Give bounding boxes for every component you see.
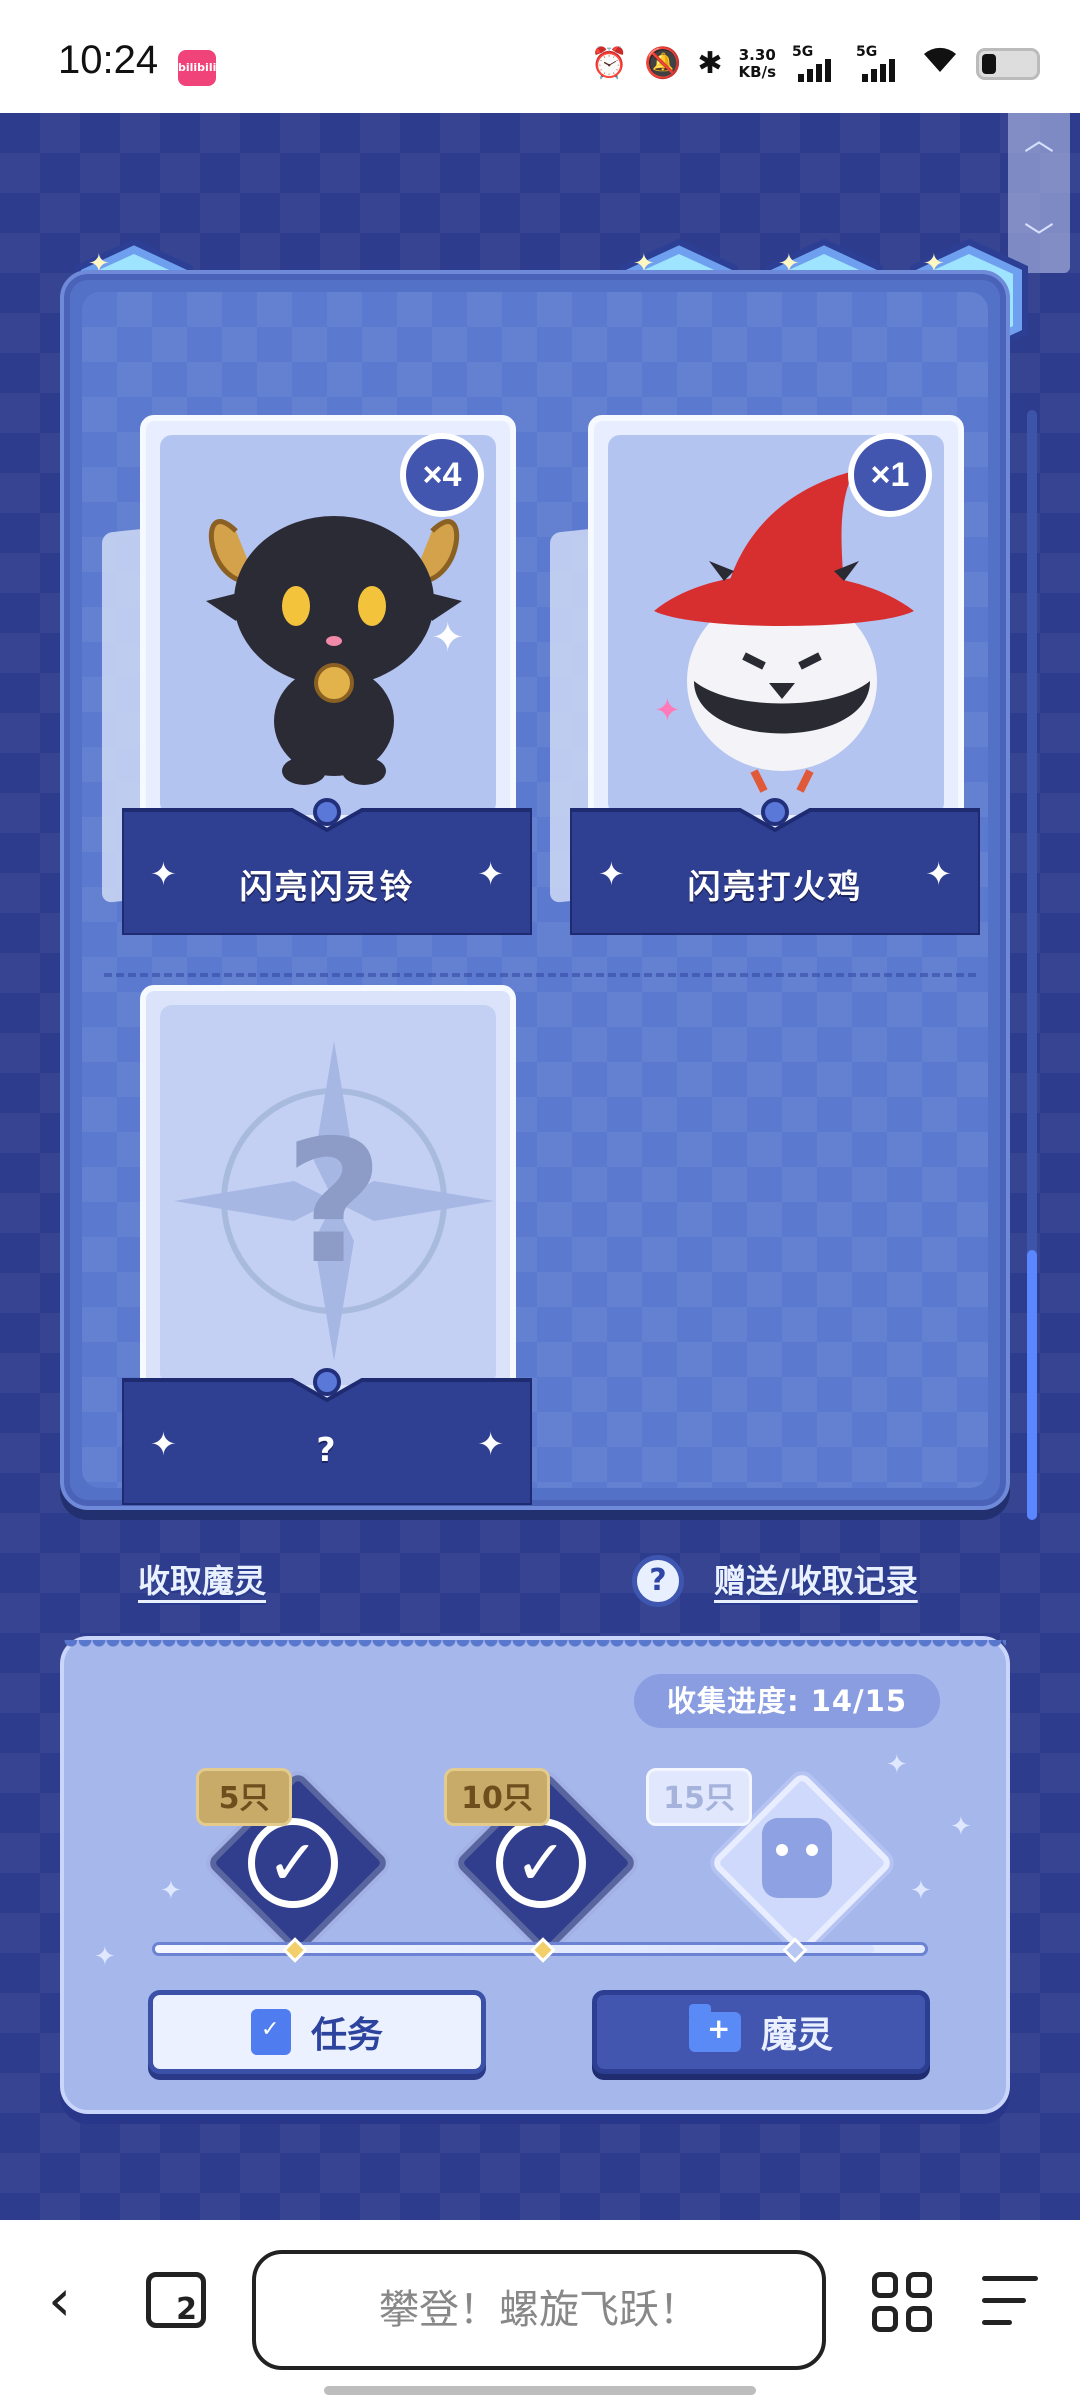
- task-button-label: 任务: [310, 2015, 383, 2056]
- browser-bottom-bar: ‹ 2 攀登！螺旋飞跃！: [0, 2220, 1080, 2400]
- signal-label: 5G: [792, 43, 814, 60]
- signal-icon: 5G: [792, 44, 840, 84]
- milestone-reward-locked[interactable]: 15只: [646, 1768, 894, 1958]
- bilibili-app-icon: bilibili: [178, 50, 216, 86]
- card-name: 闪亮打火鸡: [687, 867, 863, 906]
- sparkle-icon: ✦: [94, 1942, 116, 1972]
- chevron-up-icon[interactable]: ︿: [1023, 125, 1055, 157]
- signal-icon: 5G: [856, 44, 904, 84]
- milestone-label: 10只: [444, 1768, 550, 1826]
- folder-add-icon: [688, 2004, 741, 2052]
- battery-icon: [976, 47, 1040, 80]
- home-indicator[interactable]: [324, 2386, 756, 2395]
- status-bar: 10:24 bilibili ⏰ 🔕 ✱ 3.30 KB/s 5G 5G: [0, 0, 1080, 113]
- status-time: 10:24: [58, 38, 159, 82]
- apps-grid-icon[interactable]: [872, 2272, 934, 2334]
- net-speed-unit: KB/s: [738, 62, 776, 81]
- help-icon[interactable]: ?: [632, 1555, 684, 1607]
- check-icon: ✓: [496, 1818, 586, 1908]
- spirit-card[interactable]: ✦ ×4 ✦ ✦ 闪亮闪灵铃: [102, 415, 534, 937]
- address-bar[interactable]: 攀登！螺旋飞跃！: [252, 2250, 826, 2370]
- task-button[interactable]: 任务: [148, 1990, 486, 2074]
- milestone-label: 5只: [196, 1768, 292, 1826]
- svg-text:✦: ✦: [654, 691, 681, 729]
- milestone-reward-claimed[interactable]: ✓ 10只: [444, 1768, 638, 1958]
- spirit-button[interactable]: 魔灵: [592, 1990, 930, 2074]
- tabs-button[interactable]: 2: [146, 2272, 206, 2328]
- card-count-badge: ×1: [848, 433, 932, 517]
- task-doc-icon: [250, 2009, 291, 2055]
- gift-records-link[interactable]: 赠送/收取记录: [714, 1556, 918, 1602]
- svg-text:?: ?: [285, 1104, 384, 1302]
- collection-scrollbar[interactable]: [1027, 410, 1037, 1520]
- cat-bag-icon: [762, 1818, 832, 1898]
- bluetooth-icon: ✱: [697, 45, 723, 81]
- tab-count: 2: [176, 2292, 197, 2327]
- check-icon: ✓: [248, 1818, 338, 1908]
- milestone-reward-claimed[interactable]: ✓ 5只: [196, 1768, 390, 1958]
- net-speed-value: 3.30: [738, 45, 776, 64]
- signal-label: 5G: [856, 43, 878, 60]
- sparkle-icon: ✦: [950, 1812, 972, 1842]
- wifi-icon: [920, 42, 960, 85]
- question-mark-icon: ?: [174, 1041, 494, 1361]
- alarm-icon: ⏰: [590, 45, 629, 81]
- sparkle-icon: ✦: [160, 1876, 182, 1906]
- sparkle-icon: ✦: [910, 1876, 932, 1906]
- collect-spirit-link[interactable]: 收取魔灵: [138, 1556, 266, 1602]
- card-count-badge: ×4: [400, 433, 484, 517]
- spirit-card-locked[interactable]: ? ✦ ✦ ?: [120, 985, 534, 1507]
- card-name: ?: [316, 1430, 338, 1469]
- menu-icon[interactable]: [982, 2276, 1038, 2326]
- collection-progress-label: 收集进度: 14/15: [634, 1674, 940, 1728]
- mute-icon: 🔕: [644, 45, 682, 81]
- milestone-label: 15只: [646, 1768, 752, 1826]
- spirit-button-label: 魔灵: [760, 2015, 833, 2056]
- back-arrow-icon[interactable]: ‹: [48, 2270, 88, 2330]
- net-speed: 3.30 KB/s: [738, 45, 776, 81]
- status-icons: ⏰ 🔕 ✱ 3.30 KB/s 5G 5G: [591, 42, 1040, 85]
- spirit-card[interactable]: ✦ ×1 ✦ ✦ 闪亮打火鸡: [550, 415, 982, 937]
- row-divider: [104, 973, 976, 977]
- svg-text:✦: ✦: [431, 615, 465, 661]
- card-name: 闪亮闪灵铃: [239, 867, 415, 906]
